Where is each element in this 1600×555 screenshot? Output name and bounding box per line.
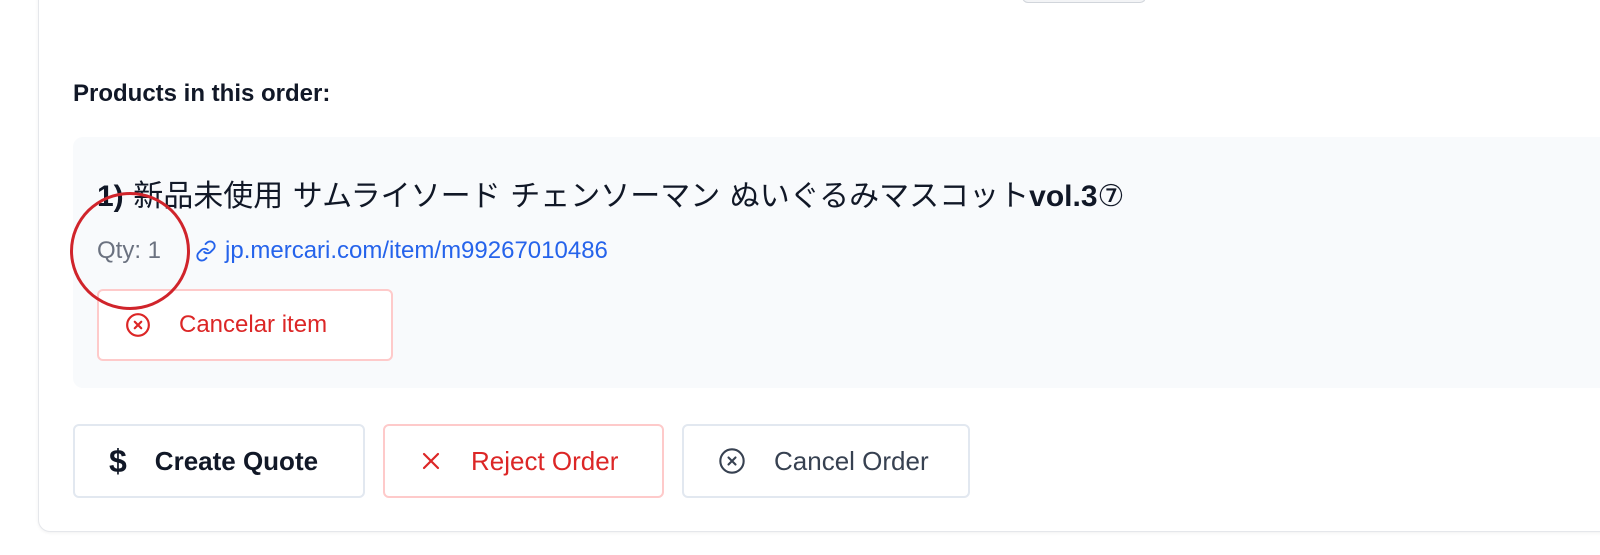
cancel-item-button[interactable]: Cancelar item bbox=[97, 289, 393, 361]
circle-x-icon bbox=[126, 313, 150, 337]
order-actions: $ Create Quote Reject Order Cancel Order bbox=[73, 424, 970, 498]
x-icon bbox=[419, 449, 443, 473]
product-title-volume: vol.3 bbox=[1029, 180, 1098, 213]
product-qty: Qty: 1 bbox=[97, 237, 162, 264]
reject-order-button[interactable]: Reject Order bbox=[383, 424, 664, 498]
truncated-element bbox=[1022, 0, 1146, 3]
product-link-text: jp.mercari.com/item/m99267010486 bbox=[225, 237, 608, 264]
product-item: 1) 新品未使用 サムライソード チェンソーマン ぬいぐるみマスコットvol.3… bbox=[73, 137, 1600, 388]
product-link[interactable]: jp.mercari.com/item/m99267010486 bbox=[195, 237, 608, 265]
product-title: 1) 新品未使用 サムライソード チェンソーマン ぬいぐるみマスコットvol.3… bbox=[97, 171, 1124, 215]
product-meta: Qty: 1 jp.mercari.com/item/m99267010486 bbox=[97, 237, 608, 265]
dollar-icon: $ bbox=[109, 442, 127, 479]
cancel-item-label: Cancelar item bbox=[179, 311, 328, 338]
product-title-text: 新品未使用 サムライソード チェンソーマン ぬいぐるみマスコット bbox=[133, 179, 1030, 214]
circle-x-icon bbox=[718, 447, 746, 475]
create-quote-button[interactable]: $ Create Quote bbox=[73, 424, 365, 498]
cancel-order-label: Cancel Order bbox=[774, 445, 929, 476]
cancel-order-button[interactable]: Cancel Order bbox=[682, 424, 970, 498]
create-quote-label: Create Quote bbox=[154, 445, 319, 476]
reject-order-label: Reject Order bbox=[471, 445, 619, 476]
products-section-label: Products in this order: bbox=[73, 80, 331, 107]
product-title-suffix: ⑦ bbox=[1097, 179, 1125, 214]
product-index: 1) bbox=[97, 180, 124, 213]
link-icon bbox=[196, 240, 216, 262]
